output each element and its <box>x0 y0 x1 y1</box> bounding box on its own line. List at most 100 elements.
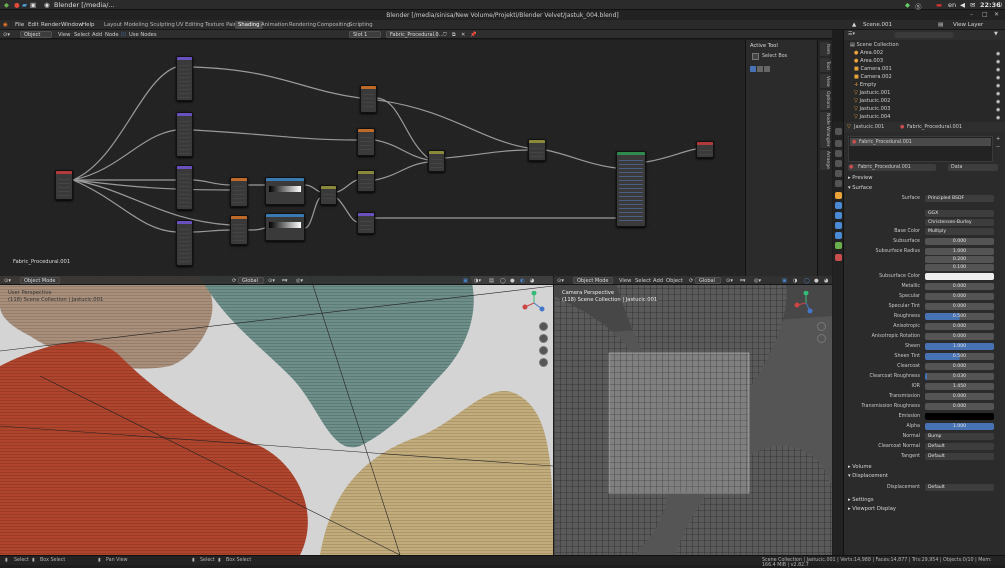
firefox-icon[interactable]: ● <box>14 1 20 9</box>
pan-icon[interactable] <box>817 334 826 343</box>
physics-icon[interactable] <box>835 222 842 229</box>
subsurface-method-dropdown[interactable]: Christensen-Burley <box>925 219 994 226</box>
add-slot-icon[interactable]: + <box>996 136 1000 142</box>
object-icon[interactable] <box>835 192 842 199</box>
fake-user-icon[interactable]: ⛉ <box>443 32 447 39</box>
subsurface-radius-y[interactable]: 0.200 <box>925 256 994 263</box>
taskbar-app-title[interactable]: Blender [/media/... <box>54 1 115 9</box>
keyboard-layout[interactable]: en <box>948 1 956 9</box>
section-viewport-display[interactable]: ▸ Viewport Display <box>848 506 896 512</box>
emission-color-swatch[interactable] <box>925 413 994 420</box>
constraints-icon[interactable] <box>835 232 842 239</box>
select-box-icon[interactable] <box>752 53 759 60</box>
outliner-item[interactable]: ■ Camera.001 <box>854 66 892 72</box>
mail-icon[interactable]: ✉ <box>970 1 975 9</box>
distribution-dropdown[interactable]: GGX <box>925 210 994 217</box>
unlink-icon[interactable]: ✕ <box>461 32 465 38</box>
orientation-dropdown[interactable]: Global <box>238 277 264 284</box>
rendered-shading-icon[interactable]: ◕ <box>824 278 829 284</box>
section-preview[interactable]: ▸ Preview <box>848 175 872 181</box>
material-output-node[interactable] <box>696 141 714 158</box>
breadcrumb-object[interactable]: Jastucic.001 <box>854 124 884 130</box>
overlays-icon[interactable]: ◑▾ <box>474 278 481 284</box>
roughness-slider[interactable]: 0.500 <box>925 313 994 320</box>
link-dropdown[interactable]: Data <box>948 164 998 171</box>
perspective-toggle-icon[interactable] <box>539 358 548 367</box>
color-ramp-node[interactable] <box>265 177 305 205</box>
transmission-field[interactable]: 0.000 <box>925 393 994 400</box>
overlays-icon[interactable]: ◑ <box>793 278 798 284</box>
world-icon[interactable] <box>835 180 842 187</box>
specular-tint-field[interactable]: 0.000 <box>925 303 994 310</box>
tool-settings-icon[interactable] <box>835 128 842 135</box>
transform-orientation-icon[interactable]: ⟳ <box>232 278 236 284</box>
anisotropic-rotation-field[interactable]: 0.000 <box>925 333 994 340</box>
app-launcher-icon[interactable]: ◆ <box>4 1 9 9</box>
tab-scripting[interactable]: Scripting <box>346 21 376 29</box>
menu-help[interactable]: Help <box>82 22 95 28</box>
mapping-node[interactable] <box>176 112 193 157</box>
viewport-gizmo-toggle-icon[interactable]: ▣ <box>463 278 468 284</box>
section-settings[interactable]: ▸ Settings <box>848 497 874 503</box>
scene-icon[interactable] <box>835 170 842 177</box>
outliner-item[interactable]: ▽ Jastucic.004 <box>854 114 890 120</box>
material-slot-row[interactable]: ● Fabric_Procedural.001 <box>850 138 991 146</box>
outliner-item[interactable]: ▽ Jastucic.002 <box>854 98 890 104</box>
select-mode-subtract-icon[interactable] <box>764 66 770 72</box>
minimize-icon[interactable]: – <box>970 11 973 18</box>
mix-node[interactable] <box>357 170 375 192</box>
editor-type-icon[interactable]: ⊙▾ <box>557 278 564 284</box>
flag-icon[interactable]: ▬ <box>936 1 942 9</box>
solid-shading-icon[interactable]: ● <box>814 278 819 284</box>
pan-icon[interactable] <box>539 334 548 343</box>
object-mode-dropdown[interactable]: Object <box>20 31 52 38</box>
menu-select[interactable]: Select <box>74 32 90 38</box>
tab-tool[interactable]: Tool <box>820 58 830 72</box>
clearcoat-normal-input[interactable]: Default <box>925 443 994 450</box>
outliner-item[interactable]: ✛ Empty <box>854 82 876 88</box>
solid-shading-icon[interactable]: ● <box>510 278 515 284</box>
sheen-slider[interactable]: 1.000 <box>925 343 994 350</box>
blender-task-icon[interactable]: ◉ <box>44 1 50 9</box>
editor-type-icon[interactable]: ⊙▾ <box>4 278 11 284</box>
section-volume[interactable]: ▸ Volume <box>848 464 872 470</box>
menu-add[interactable]: Add <box>92 32 102 38</box>
remove-slot-icon[interactable]: − <box>996 144 1000 150</box>
alpha-slider[interactable]: 1.000 <box>925 423 994 430</box>
clearcoat-roughness-slider[interactable]: 0.030 <box>925 373 994 380</box>
ior-field[interactable]: 1.450 <box>925 383 994 390</box>
mode-dropdown[interactable]: Object Mode <box>20 277 60 284</box>
outliner-item[interactable]: ▽ Jastucic.001 <box>854 90 890 96</box>
modifier-icon[interactable] <box>835 202 842 209</box>
pin-icon[interactable]: 📌 <box>470 32 476 38</box>
menu-node[interactable]: Node <box>105 32 119 38</box>
close-icon[interactable]: ✕ <box>994 11 999 18</box>
texture-node[interactable] <box>230 177 248 207</box>
section-surface[interactable]: ▾ Surface <box>848 185 872 191</box>
orientation-dropdown[interactable]: Global <box>695 277 721 284</box>
transform-orientation-icon[interactable]: ⟳ <box>689 278 693 284</box>
mapping-node[interactable] <box>176 220 193 266</box>
principled-bsdf-node[interactable] <box>616 151 646 227</box>
menu-file[interactable]: File <box>15 22 24 28</box>
menu-edit[interactable]: Edit <box>28 22 39 28</box>
folder-icon[interactable]: ▰ <box>22 1 27 9</box>
wireframe-shading-icon[interactable]: ◯ <box>500 278 506 284</box>
subsurface-radius-x[interactable]: 1.000 <box>925 248 994 255</box>
shield-icon[interactable]: ◆ <box>905 1 910 9</box>
pivot-icon[interactable]: ⊙▾ <box>726 278 733 284</box>
material-icon[interactable] <box>835 254 842 261</box>
outliner-type-icon[interactable]: ☰▾ <box>848 31 855 37</box>
material-browse-icon[interactable]: ● <box>849 164 853 170</box>
normal-input[interactable]: Bump <box>925 433 994 440</box>
wireframe-shading-icon[interactable]: ◯ <box>804 278 810 284</box>
volume-icon[interactable]: ◀ <box>960 1 965 9</box>
texture-node[interactable] <box>230 215 248 245</box>
mix-node[interactable] <box>528 139 546 161</box>
active-tool-header[interactable]: Active Tool <box>750 43 778 49</box>
surface-shader-dropdown[interactable]: Principled BSDF <box>925 195 994 202</box>
tab-view[interactable]: View <box>820 74 830 88</box>
snap-icon[interactable]: ⌗▾ <box>282 278 288 285</box>
slot-dropdown[interactable]: Slot 1 <box>349 31 381 38</box>
mapping-node[interactable] <box>176 165 193 210</box>
